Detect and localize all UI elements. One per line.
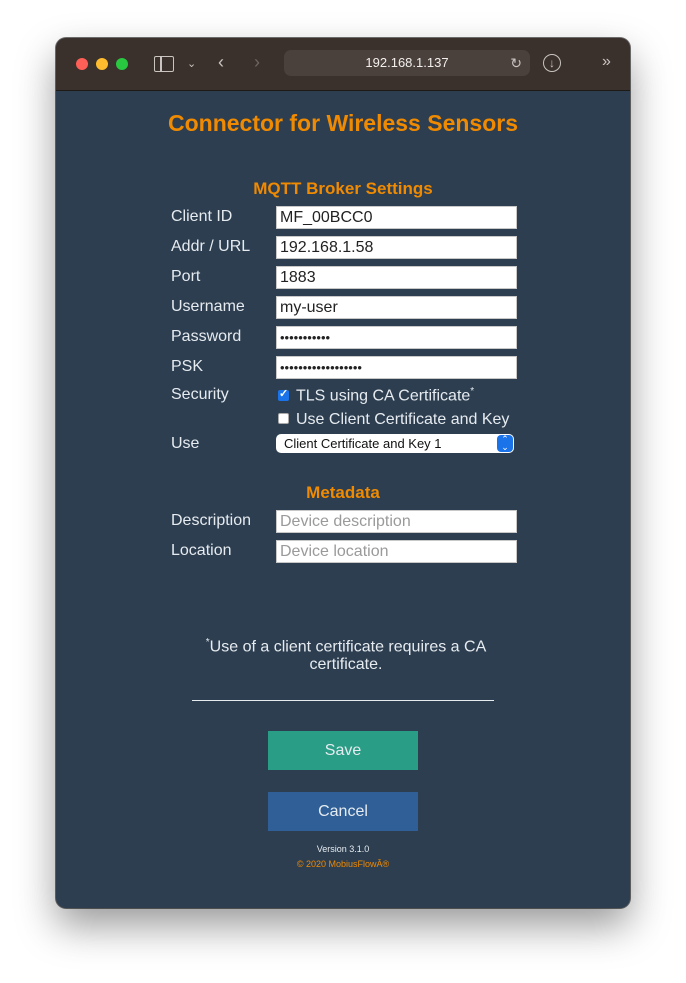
close-window-button[interactable]	[76, 58, 88, 70]
addr-label: Addr / URL	[171, 238, 251, 255]
zoom-window-button[interactable]	[116, 58, 128, 70]
client-id-field[interactable]	[276, 206, 517, 229]
description-label: Description	[171, 512, 252, 529]
client-cert-checkbox[interactable]	[278, 413, 289, 425]
back-icon[interactable]: ‹	[218, 53, 224, 71]
mqtt-heading: MQTT Broker Settings	[253, 179, 433, 198]
version-text: Version 3.1.0	[316, 844, 370, 854]
location-label: Location	[171, 542, 232, 559]
use-select[interactable]: Client Certificate and Key 1 ⌃ ⌄	[276, 434, 514, 453]
select-arrows-icon: ⌃ ⌄	[497, 435, 513, 452]
description-field[interactable]	[276, 510, 517, 533]
security-label: Security	[171, 386, 229, 403]
chevron-down-icon[interactable]: ⌄	[187, 56, 196, 72]
psk-field[interactable]	[276, 356, 517, 379]
location-field[interactable]	[276, 540, 517, 563]
footnote-text: Use of a client certificate requires a C…	[209, 638, 487, 674]
use-label: Use	[171, 435, 200, 452]
port-field[interactable]	[276, 266, 517, 289]
divider	[192, 700, 494, 701]
client-cert-label: Use Client Certificate and Key	[296, 411, 510, 428]
username-label: Username	[171, 298, 245, 315]
username-field[interactable]	[276, 296, 517, 319]
forward-icon[interactable]: ›	[254, 53, 260, 71]
reload-icon[interactable]: ↻	[510, 50, 522, 76]
url-text: 192.168.1.137	[365, 55, 449, 70]
minimize-window-button[interactable]	[96, 58, 108, 70]
copyright-text: © 2020 MobiusFlowÂ®	[296, 859, 390, 869]
tls-label: TLS using CA Certificate	[296, 387, 471, 405]
cancel-button[interactable]: Cancel	[268, 792, 418, 831]
addr-field[interactable]	[276, 236, 517, 259]
client-id-label: Client ID	[171, 208, 233, 225]
tls-option[interactable]: TLS using CA Certificate*	[278, 386, 474, 405]
page-content: Connector for Wireless Sensors MQTT Brok…	[56, 91, 630, 908]
port-label: Port	[171, 268, 201, 285]
overflow-icon[interactable]: »	[602, 54, 611, 70]
download-icon[interactable]: ↓	[543, 54, 561, 72]
password-field[interactable]	[276, 326, 517, 349]
browser-window: ⌄ ‹ › 192.168.1.137 ↻ ↓ » Connector for …	[56, 38, 630, 908]
save-button[interactable]: Save	[268, 731, 418, 770]
use-select-value: Client Certificate and Key 1	[284, 436, 442, 451]
psk-label: PSK	[171, 358, 204, 375]
address-bar[interactable]: 192.168.1.137 ↻	[284, 50, 530, 76]
footnote: *Use of a client certificate requires a …	[196, 634, 496, 674]
page-title: Connector for Wireless Sensors	[168, 110, 518, 136]
tls-footnote-star: *	[470, 386, 475, 397]
browser-toolbar: ⌄ ‹ › 192.168.1.137 ↻ ↓ »	[56, 38, 630, 91]
tls-checkbox[interactable]	[278, 387, 289, 401]
sidebar-icon[interactable]	[154, 56, 174, 72]
client-cert-option[interactable]: Use Client Certificate and Key	[278, 411, 509, 429]
metadata-heading: Metadata	[306, 483, 380, 502]
password-label: Password	[171, 328, 242, 345]
